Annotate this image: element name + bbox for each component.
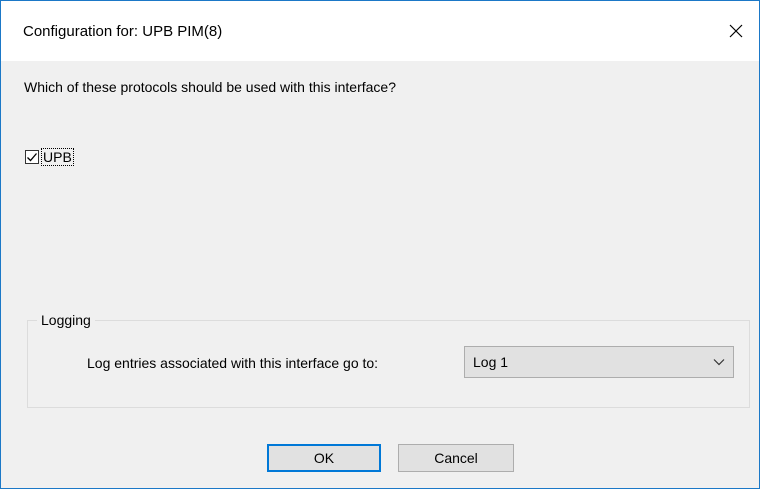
log-destination-value: Log 1 [473, 354, 509, 370]
cancel-button[interactable]: Cancel [398, 444, 514, 472]
window-title: Configuration for: UPB PIM(8) [23, 23, 223, 40]
logging-group-label: Logging [37, 312, 95, 328]
log-destination-label: Log entries associated with this interfa… [87, 355, 379, 371]
close-icon [729, 24, 743, 38]
log-destination-select[interactable]: Log 1 [464, 346, 734, 378]
cancel-button-label: Cancel [434, 450, 478, 466]
protocol-question: Which of these protocols should be used … [24, 79, 396, 95]
upb-checkbox-label[interactable]: UPB [41, 148, 74, 166]
chevron-down-icon [713, 359, 725, 366]
title-bar: Configuration for: UPB PIM(8) [1, 1, 759, 61]
ok-button[interactable]: OK [267, 444, 381, 472]
configuration-dialog: Configuration for: UPB PIM(8) Which of t… [0, 0, 760, 489]
upb-checkbox[interactable] [25, 150, 39, 164]
ok-button-label: OK [313, 450, 335, 466]
close-button[interactable] [713, 1, 759, 61]
protocol-upb-option[interactable]: UPB [25, 148, 74, 166]
checkmark-icon [27, 153, 37, 162]
